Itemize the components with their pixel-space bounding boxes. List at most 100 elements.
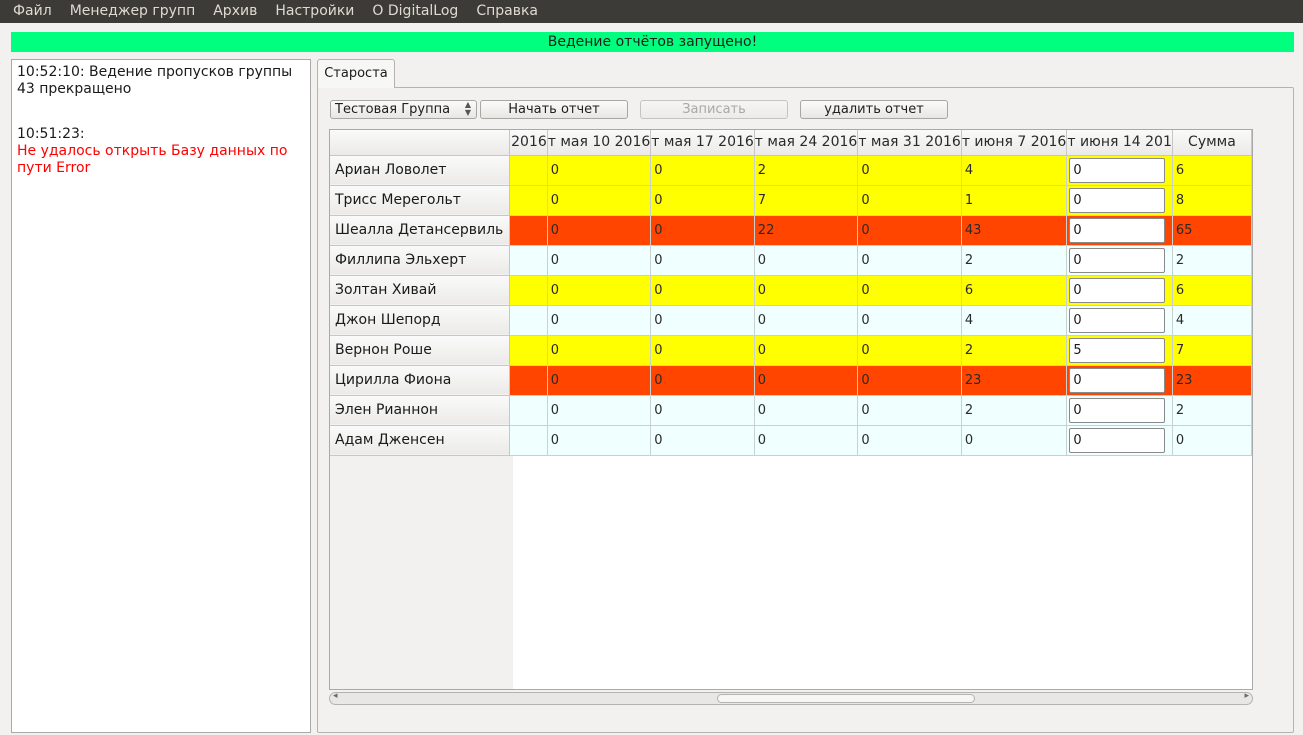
table-cell[interactable]: 43 bbox=[961, 215, 1068, 246]
table-cell[interactable]: 0 bbox=[857, 275, 962, 306]
table-cell[interactable]: 0 bbox=[754, 425, 859, 456]
table-cell[interactable]: 0 bbox=[650, 305, 755, 336]
table-cell[interactable]: 0 bbox=[547, 245, 652, 276]
table-cell[interactable]: 0 bbox=[857, 305, 962, 336]
table-cell[interactable]: 0 bbox=[857, 215, 962, 246]
table-cell[interactable]: 0 bbox=[650, 335, 755, 366]
row-header-name[interactable]: Элен Рианнон bbox=[330, 395, 510, 426]
horizontal-scrollbar[interactable]: ◂ ▸ bbox=[329, 691, 1253, 705]
table-cell[interactable]: 0 bbox=[754, 275, 859, 306]
attendance-input[interactable]: 5 bbox=[1069, 337, 1166, 363]
table-cell[interactable]: 6 bbox=[961, 275, 1068, 306]
attendance-input[interactable]: 0 bbox=[1069, 217, 1166, 243]
table-cell[interactable]: 0 bbox=[547, 425, 652, 456]
table-cell[interactable]: 4 bbox=[961, 155, 1068, 186]
column-header[interactable]: т мая 10 2016 bbox=[547, 130, 652, 156]
table-cell[interactable]: 4 bbox=[961, 305, 1068, 336]
table-cell[interactable]: 0 bbox=[961, 425, 1068, 456]
attendance-input[interactable]: 0 bbox=[1069, 427, 1166, 453]
table-cell[interactable]: 1 bbox=[961, 185, 1068, 216]
table-cell[interactable]: 0 bbox=[650, 245, 755, 276]
table-cell[interactable]: 0 bbox=[650, 275, 755, 306]
column-header[interactable]: 2016 bbox=[509, 130, 548, 156]
row-header-name[interactable]: Вернон Роше bbox=[330, 335, 510, 366]
table-cell[interactable]: 0 bbox=[547, 335, 652, 366]
menu-help[interactable]: Справка bbox=[467, 0, 547, 23]
table-cell[interactable]: 0 bbox=[650, 425, 755, 456]
menu-settings[interactable]: Настройки bbox=[266, 0, 363, 23]
row-header-name[interactable]: Шеалла Детансервиль bbox=[330, 215, 510, 246]
table-cell[interactable] bbox=[509, 185, 548, 216]
row-header-name[interactable]: Ариан Ловолет bbox=[330, 155, 510, 186]
table-cell[interactable]: 0 bbox=[547, 365, 652, 396]
tab-starosta[interactable]: Староста bbox=[317, 59, 395, 88]
menu-file[interactable]: Файл bbox=[4, 0, 61, 23]
table-cell[interactable] bbox=[509, 155, 548, 186]
table-cell[interactable]: 0 bbox=[754, 365, 859, 396]
table-cell[interactable]: 0 bbox=[754, 245, 859, 276]
attendance-input[interactable]: 0 bbox=[1069, 397, 1166, 423]
table-cell[interactable]: 0 bbox=[650, 365, 755, 396]
scroll-left-icon[interactable]: ◂ bbox=[333, 691, 338, 701]
table-cell[interactable]: 0 bbox=[857, 335, 962, 366]
column-header[interactable]: т июня 7 2016 bbox=[961, 130, 1068, 156]
table-cell[interactable]: 0 bbox=[650, 155, 755, 186]
table-cell[interactable]: 0 bbox=[547, 305, 652, 336]
column-header-sum[interactable]: Сумма bbox=[1172, 130, 1252, 156]
table-cell[interactable]: 0 bbox=[547, 275, 652, 306]
attendance-input[interactable]: 0 bbox=[1069, 247, 1166, 273]
column-header[interactable]: т мая 24 2016 bbox=[754, 130, 859, 156]
group-select[interactable]: Тестовая Группа ▲ ▼ bbox=[330, 100, 477, 119]
table-cell[interactable]: 2 bbox=[754, 155, 859, 186]
table-cell[interactable]: 0 bbox=[547, 185, 652, 216]
table-cell[interactable] bbox=[509, 365, 548, 396]
table-cell[interactable]: 0 bbox=[650, 185, 755, 216]
table-cell[interactable] bbox=[509, 275, 548, 306]
attendance-input[interactable]: 0 bbox=[1069, 307, 1166, 333]
table-cell[interactable]: 0 bbox=[650, 215, 755, 246]
row-header-name[interactable]: Адам Дженсен bbox=[330, 425, 510, 456]
attendance-input[interactable]: 0 bbox=[1069, 277, 1166, 303]
table-cell[interactable]: 0 bbox=[754, 395, 859, 426]
table-cell[interactable]: 2 bbox=[961, 395, 1068, 426]
table-cell[interactable] bbox=[509, 425, 548, 456]
attendance-input[interactable]: 0 bbox=[1069, 157, 1166, 183]
column-header[interactable]: т мая 17 2016 bbox=[650, 130, 755, 156]
table-cell[interactable]: 7 bbox=[754, 185, 859, 216]
table-cell[interactable]: 0 bbox=[547, 215, 652, 246]
attendance-input[interactable]: 0 bbox=[1069, 367, 1166, 393]
menu-group-manager[interactable]: Менеджер групп bbox=[61, 0, 205, 23]
delete-report-button[interactable]: удалить отчет bbox=[800, 100, 948, 119]
row-header-name[interactable]: Джон Шепорд bbox=[330, 305, 510, 336]
table-cell[interactable]: 0 bbox=[857, 245, 962, 276]
table-cell[interactable] bbox=[509, 215, 548, 246]
row-header-name[interactable]: Цирилла Фиона bbox=[330, 365, 510, 396]
save-button[interactable]: Записать bbox=[640, 100, 788, 119]
table-cell[interactable]: 2 bbox=[961, 335, 1068, 366]
table-cell[interactable] bbox=[509, 395, 548, 426]
start-report-button[interactable]: Начать отчет bbox=[480, 100, 628, 119]
table-cell[interactable]: 0 bbox=[857, 365, 962, 396]
table-cell[interactable]: 0 bbox=[754, 335, 859, 366]
table-cell[interactable]: 2 bbox=[961, 245, 1068, 276]
menu-archive[interactable]: Архив bbox=[204, 0, 266, 23]
table-cell[interactable]: 22 bbox=[754, 215, 859, 246]
column-header[interactable]: т мая 31 2016 bbox=[857, 130, 962, 156]
table-cell[interactable]: 0 bbox=[857, 155, 962, 186]
table-cell[interactable]: 0 bbox=[650, 395, 755, 426]
table-cell[interactable]: 0 bbox=[857, 425, 962, 456]
row-header-name[interactable]: Трисс Мерегольт bbox=[330, 185, 510, 216]
log-panel[interactable]: 10:52:10: Ведение пропусков группы 43 пр… bbox=[11, 59, 311, 733]
column-header[interactable]: т июня 14 201 bbox=[1066, 130, 1173, 156]
menu-about[interactable]: О DigitalLog bbox=[363, 0, 467, 23]
table-cell[interactable] bbox=[509, 335, 548, 366]
table-cell[interactable] bbox=[509, 245, 548, 276]
table-cell[interactable]: 0 bbox=[857, 185, 962, 216]
table-cell[interactable]: 0 bbox=[857, 395, 962, 426]
table-cell[interactable]: 23 bbox=[961, 365, 1068, 396]
table-cell[interactable]: 0 bbox=[754, 305, 859, 336]
scrollbar-thumb[interactable] bbox=[717, 694, 975, 703]
table-cell[interactable] bbox=[509, 305, 548, 336]
row-header-name[interactable]: Филлипа Эльхерт bbox=[330, 245, 510, 276]
table-cell[interactable]: 0 bbox=[547, 395, 652, 426]
